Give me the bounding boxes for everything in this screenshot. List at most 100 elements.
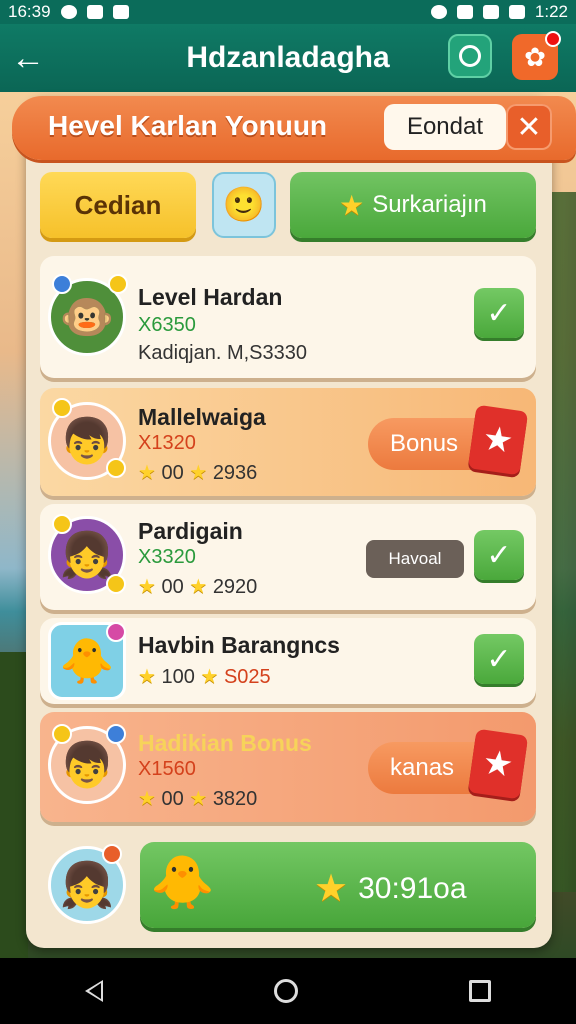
collect-label: ★ 30:91oa	[314, 866, 467, 911]
row-stats: ★ 100 ★ S025	[138, 664, 271, 689]
list-item[interactable]: 🐥 Havbin Barangncs ★ 100 ★ S025 ✓	[40, 618, 536, 704]
bonus-star-button[interactable]: ★	[467, 404, 529, 476]
signal-icon	[482, 5, 499, 19]
row-name: Mallelwaiga	[138, 404, 266, 430]
coin-icon	[106, 458, 126, 478]
row-stat-2: S025	[223, 666, 271, 688]
row-stat-2: 2936	[212, 462, 258, 484]
star-icon: ★	[138, 576, 156, 598]
collect-button[interactable]: 🐥 ★ 30:91oa	[140, 842, 536, 928]
close-button[interactable]: ✕	[506, 104, 552, 150]
coin-icon	[52, 398, 72, 418]
row-stat-1: 00	[161, 462, 184, 484]
arrow-left-icon: ←	[11, 38, 45, 77]
row-score: X1560	[138, 758, 196, 780]
check-button[interactable]: ✓	[474, 288, 524, 338]
status-time: 16:39	[8, 2, 51, 21]
badge-icon	[106, 724, 126, 744]
star-icon: ★	[189, 576, 208, 598]
star-icon: ★	[480, 743, 516, 785]
alarm-icon	[430, 5, 447, 19]
nav-back-icon[interactable]	[85, 980, 104, 1002]
check-icon: ✓	[486, 296, 512, 330]
status-bar: 16:39 1:22	[0, 0, 576, 24]
gallery-icon	[112, 5, 129, 19]
star-icon: ★	[200, 666, 219, 688]
settings-button[interactable]: ✿	[512, 31, 561, 80]
row-score: X3320	[138, 546, 196, 568]
star-icon: ★	[480, 419, 516, 461]
row-stats: ★ 00 ★ 2936	[138, 460, 257, 485]
battery-icon	[508, 5, 525, 19]
row-stat-2: 2920	[212, 576, 258, 598]
circle-icon	[459, 45, 481, 67]
list-item[interactable]: 👦 Hadikian Bonus X1560 ★ 00 ★ 3820 kanas…	[40, 712, 536, 822]
check-button[interactable]: ✓	[474, 634, 524, 684]
coin-icon	[108, 274, 128, 294]
badge-icon	[102, 844, 122, 864]
gear-icon: ✿	[524, 41, 546, 72]
row-stat-1: 00	[161, 788, 184, 810]
tab-green-label: Surkariajın	[372, 191, 487, 218]
boy-face-icon: 👦	[59, 741, 115, 790]
badge-icon	[52, 274, 72, 294]
star-icon: ★	[138, 788, 156, 810]
tab-avatar[interactable]: 🙂	[212, 172, 276, 238]
row-name: Havbin Barangncs	[138, 632, 340, 658]
bonus-star-button[interactable]: ★	[467, 728, 529, 800]
status-clock: 1:22	[534, 2, 568, 21]
avatar-icon: 🙂	[222, 186, 266, 224]
nav-bar	[0, 958, 576, 1024]
list-item[interactable]: 👧 Pardigain X3320 ★ 00 ★ 2920 Havoal ✓	[40, 504, 536, 610]
star-icon: ★	[339, 189, 365, 221]
coin-icon	[52, 724, 72, 744]
check-icon: ✓	[486, 642, 512, 676]
star-icon: ★	[138, 462, 156, 484]
check-icon: ✓	[486, 538, 512, 572]
notification-badge	[545, 31, 561, 47]
nav-recents-icon[interactable]	[468, 980, 491, 1002]
coin-icon	[106, 574, 126, 594]
app-notification-icon	[86, 5, 103, 19]
boy-face-icon: 👦	[59, 417, 115, 466]
row-score: X1320	[138, 432, 196, 454]
app-bar: ← Hdzanladagha ✿	[0, 24, 576, 92]
row-stat-2: 3820	[212, 788, 258, 810]
chick-icon: 🐥	[150, 854, 215, 912]
panel-header: Hevel Karlan Yonuun Eondat ✕	[12, 96, 576, 160]
close-icon: ✕	[516, 110, 542, 144]
girl-face-icon: 👧	[59, 531, 115, 580]
tab-green[interactable]: ★ Surkariajın	[290, 172, 536, 238]
row-name: Pardigain	[138, 518, 243, 544]
star-icon: ★	[189, 462, 208, 484]
list-item[interactable]: 👦 Mallelwaiga X1320 ★ 00 ★ 2936 Bonus ★	[40, 388, 536, 496]
row-name: Level Hardan	[138, 284, 283, 310]
check-button[interactable]: ✓	[474, 530, 524, 580]
star-icon: ★	[189, 788, 208, 810]
back-button[interactable]: ←	[0, 30, 56, 86]
nav-home-icon[interactable]	[273, 979, 298, 1003]
notification-icon	[60, 5, 77, 19]
panel-title: Hevel Karlan Yonuun	[48, 110, 328, 141]
header-action-button[interactable]: Eondat	[384, 104, 506, 150]
tab-yellow[interactable]: Cedian	[40, 172, 196, 238]
monkey-icon: 🐵	[59, 293, 115, 342]
coin-icon	[52, 514, 72, 534]
row-stat-1: 00	[161, 576, 184, 598]
chick-icon: 🐥	[59, 637, 115, 686]
row-stats: ★ 00 ★ 2920	[138, 574, 257, 599]
girl-face-icon: 👧	[59, 861, 115, 910]
star-icon: ★	[314, 868, 349, 910]
row-extra: Kadiqjan. M,S3330	[138, 342, 308, 364]
chat-button[interactable]	[448, 34, 492, 78]
badge-icon	[106, 622, 126, 642]
wifi-icon	[456, 5, 473, 19]
secondary-button[interactable]: Havoal	[366, 540, 464, 578]
star-icon: ★	[138, 666, 156, 688]
collect-timer: 30:91oa	[358, 871, 467, 905]
row-stats: ★ 00 ★ 3820	[138, 786, 257, 811]
row-name: Hadikian Bonus	[138, 730, 312, 756]
row-score: X6350	[138, 314, 196, 336]
list-item[interactable]: 🐵 Level Hardan X6350 Kadiqjan. M,S3330 ✓	[40, 256, 536, 378]
row-stat-1: 100	[161, 666, 195, 688]
